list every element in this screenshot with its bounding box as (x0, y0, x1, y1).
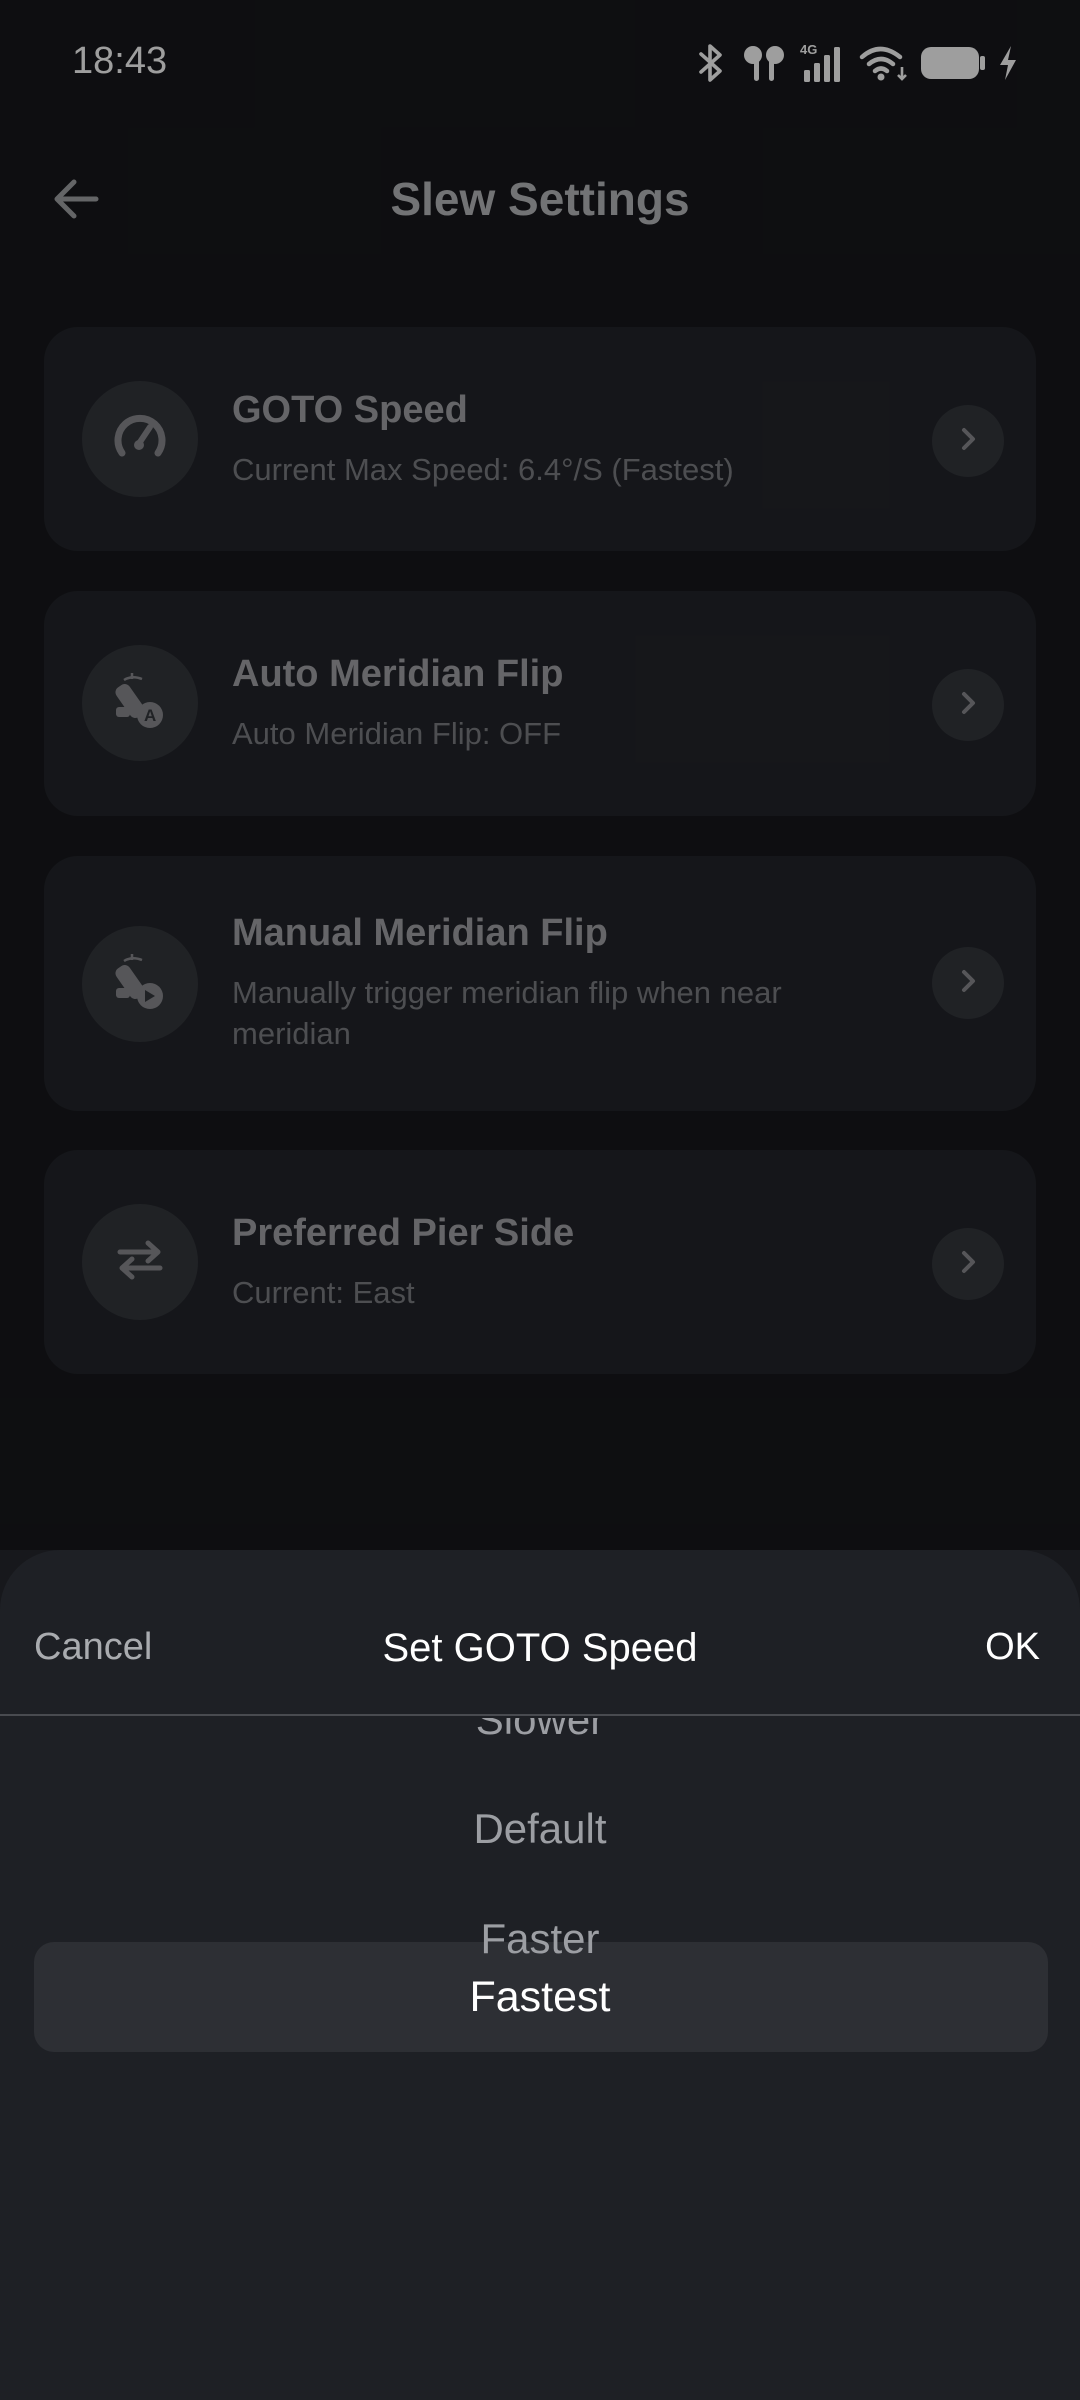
goto-speed-card[interactable]: GOTO Speed Current Max Speed: 6.4°/S (Fa… (44, 327, 1036, 551)
app-bar: Slew Settings (0, 150, 1080, 250)
manual-flip-icon-badge (82, 926, 198, 1042)
goto-speed-sheet: Cancel Set GOTO Speed OK Slower Default … (0, 1550, 1080, 2400)
status-time: 18:43 (72, 40, 168, 82)
chevron-right-icon (956, 966, 980, 1001)
card-subtitle: Current: East (232, 1275, 415, 1310)
card-title: Auto Meridian Flip (232, 653, 564, 695)
auto-flip-icon-badge: A (82, 645, 198, 761)
telescope-auto-icon: A (110, 671, 170, 736)
battery-icon (920, 45, 986, 81)
telescope-manual-icon (110, 952, 170, 1017)
chevron-right-button[interactable] (932, 1228, 1004, 1300)
ok-button[interactable]: OK (985, 1626, 1040, 1669)
card-title: Preferred Pier Side (232, 1212, 575, 1254)
svg-text:A: A (144, 706, 156, 725)
chevron-right-button[interactable] (932, 669, 1004, 741)
chevron-right-button[interactable] (932, 405, 1004, 477)
wifi-icon (858, 43, 908, 83)
preferred-pier-side-card[interactable]: Preferred Pier Side Current: East (44, 1150, 1036, 1374)
picker-option-default[interactable]: Default (0, 1774, 1080, 1884)
signal-icon: 4G (800, 42, 846, 84)
card-subtitle: Current Max Speed: 6.4°/S (Fastest) (232, 452, 734, 487)
speed-picker[interactable]: Slower Default Faster Fastest (0, 1718, 1080, 2400)
card-title: GOTO Speed (232, 389, 468, 431)
chevron-right-icon (956, 1247, 980, 1282)
sheet-title: Set GOTO Speed (382, 1626, 698, 1670)
pier-side-icon-badge (82, 1204, 198, 1320)
status-icons: 4G (694, 38, 1018, 88)
network-type-label: 4G (800, 42, 817, 57)
chevron-right-icon (956, 424, 980, 459)
manual-meridian-flip-card[interactable]: Manual Meridian Flip Manually trigger me… (44, 856, 1036, 1111)
speedometer-icon (112, 409, 168, 470)
chevron-right-button[interactable] (932, 947, 1004, 1019)
page-title: Slew Settings (390, 173, 690, 225)
picker-option-fastest[interactable]: Fastest (0, 1942, 1080, 2052)
card-subtitle: Manually trigger meridian flip when near… (232, 975, 782, 1051)
auto-meridian-flip-card[interactable]: A Auto Meridian Flip Auto Meridian Flip:… (44, 591, 1036, 816)
card-title: Manual Meridian Flip (232, 912, 608, 954)
chevron-right-icon (956, 688, 980, 723)
slew-settings-page: 18:43 4G Slew Settings GOTO Speed Curren… (0, 0, 1080, 2400)
goto-speed-icon-badge (82, 381, 198, 497)
swap-arrows-icon (114, 1238, 166, 1287)
picker-option-slower[interactable]: Slower (0, 1718, 1080, 1775)
charging-icon (998, 45, 1018, 81)
bluetooth-icon (694, 43, 728, 83)
card-subtitle: Auto Meridian Flip: OFF (232, 716, 562, 751)
status-bar: 18:43 4G (0, 0, 1080, 130)
earbuds-icon (740, 43, 788, 83)
sheet-header: Cancel Set GOTO Speed OK (0, 1550, 1080, 1716)
